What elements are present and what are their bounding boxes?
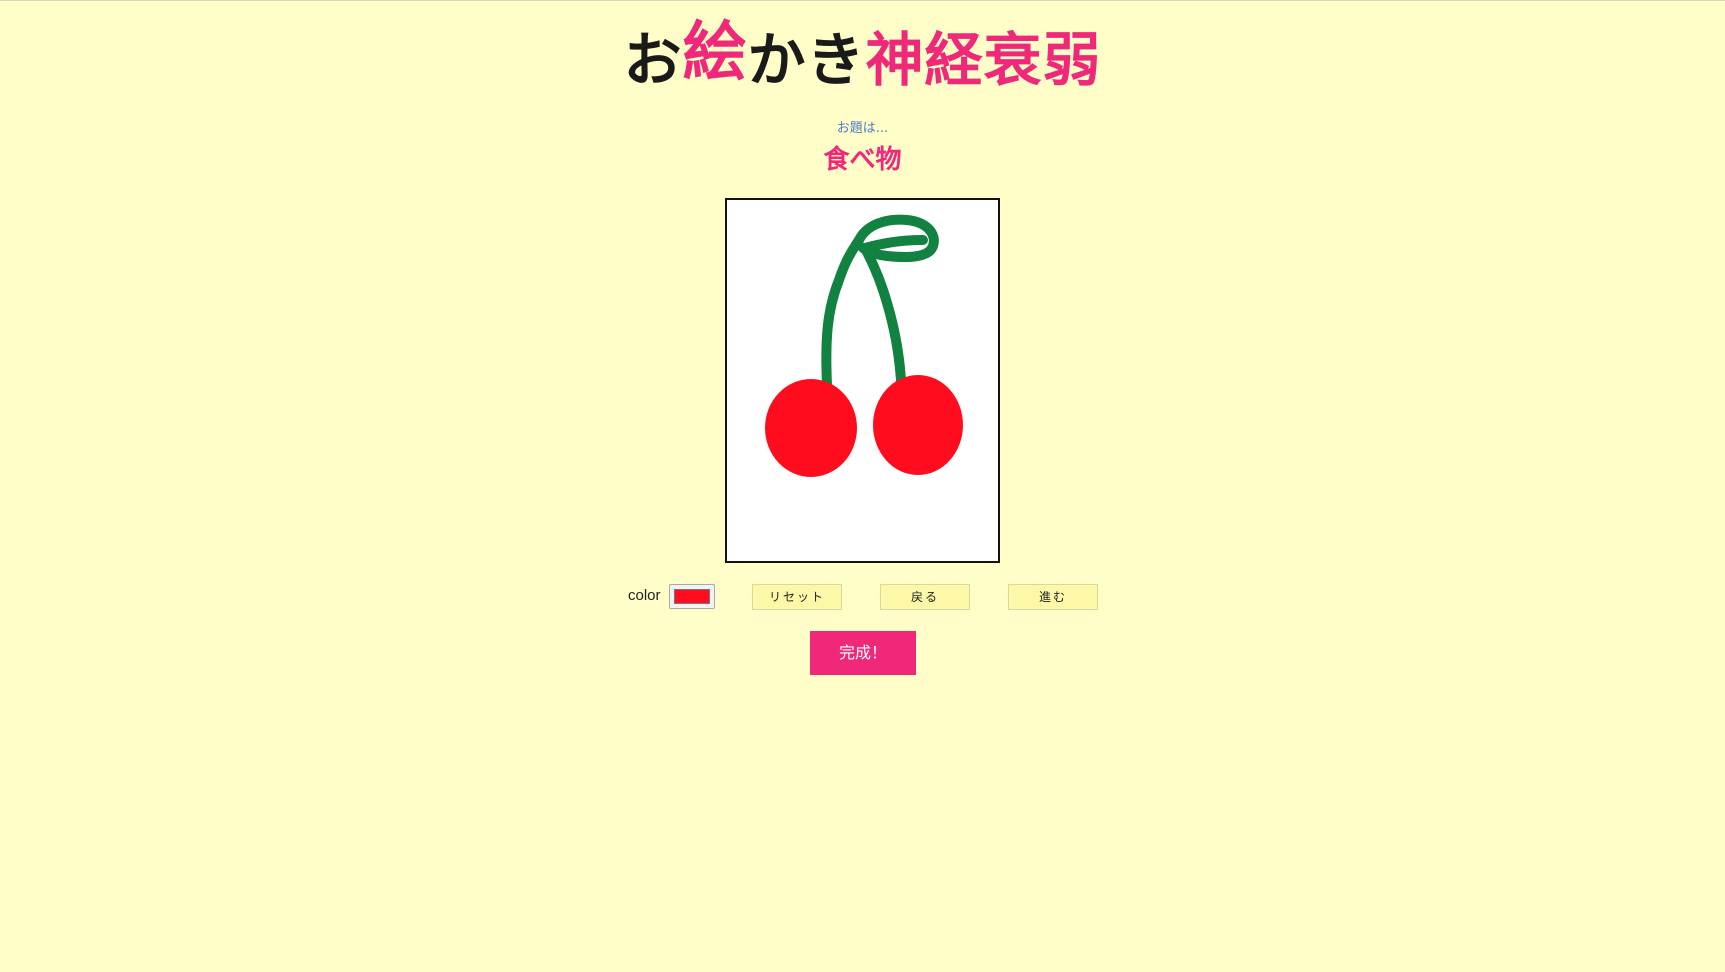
done-button[interactable]: 完成！ [810,631,916,675]
title-part-3: かき [747,26,866,94]
subject-label: お題は... [836,121,889,136]
color-picker-fill [674,589,710,604]
redo-button[interactable]: 進む [1008,584,1098,610]
left-cherry [765,379,857,477]
color-label: color [628,587,661,604]
title-part-4: 神経衰弱 [865,26,1102,94]
cherry-drawing [727,200,998,561]
subject-value: 食べ物 [823,145,902,175]
drawing-canvas[interactable] [725,198,1000,563]
undo-button[interactable]: 戻る [880,584,970,610]
reset-button[interactable]: リセット [752,584,842,610]
color-picker[interactable] [669,584,715,609]
right-cherry [873,375,963,475]
title-part-2: 絵 [682,16,748,90]
title-part-1: お [623,26,683,94]
page-title: お絵かき神経衰弱 [0,16,1725,98]
